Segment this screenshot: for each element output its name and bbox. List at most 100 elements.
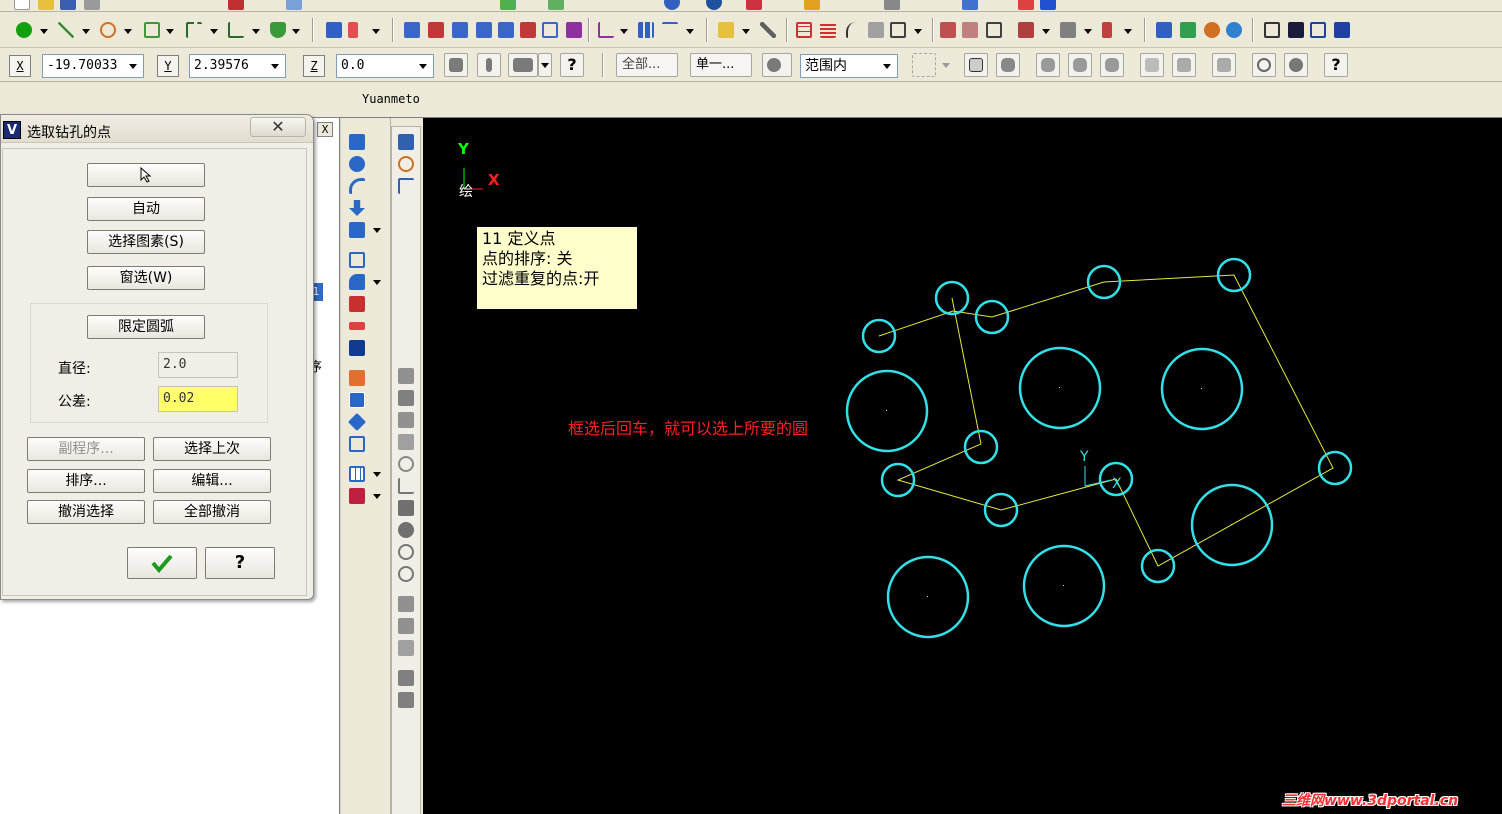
shade-icon[interactable] [548, 0, 564, 10]
auto-cursor-dropdown[interactable] [538, 53, 552, 77]
spline-icon[interactable] [186, 22, 202, 38]
xform-mirror-icon[interactable] [428, 22, 444, 38]
solid-gem-icon[interactable] [347, 412, 367, 432]
hidden-icon[interactable] [1310, 22, 1326, 38]
x-coordinate-input[interactable]: -19.70033 [42, 54, 144, 78]
draft-icon[interactable] [349, 274, 365, 290]
edge-select-button[interactable] [1068, 53, 1092, 77]
select-all-button[interactable]: 全部... [616, 53, 678, 77]
manual-pick-button[interactable] [87, 163, 205, 187]
fillet-icon[interactable] [144, 22, 160, 38]
window-select-button[interactable] [912, 53, 936, 77]
solid-table-icon[interactable] [349, 436, 365, 452]
view-sheet-icon[interactable] [349, 466, 365, 482]
dimension-icon[interactable] [662, 22, 678, 38]
view-cube-icon[interactable] [500, 0, 516, 10]
graphics-viewport[interactable]: Y X [423, 118, 1502, 814]
extrude-icon[interactable] [349, 134, 365, 150]
sigma-icon[interactable] [1040, 0, 1056, 10]
selection-mode-select[interactable]: 范围内 [800, 54, 898, 78]
arc-icon[interactable] [100, 22, 116, 38]
trim-icon[interactable] [326, 22, 342, 38]
dialog-close-button[interactable]: ✕ [250, 117, 306, 137]
surface-icon[interactable] [940, 22, 956, 38]
toolpath-face-icon[interactable] [398, 434, 414, 450]
ok-button[interactable] [127, 547, 197, 579]
fillet-solid-icon[interactable] [349, 222, 365, 238]
zoom-icon[interactable] [286, 0, 302, 10]
y-coordinate-label[interactable]: Y [157, 55, 179, 77]
toolpath-contour-icon[interactable] [398, 368, 414, 384]
open-file-icon[interactable] [38, 0, 54, 10]
verify-select-button[interactable] [762, 53, 792, 77]
view-front-icon[interactable] [1204, 22, 1220, 38]
break-icon[interactable] [348, 22, 358, 38]
dialog-titlebar[interactable]: V 选取钻孔的点 ✕ [1, 115, 313, 143]
tolerance-field[interactable]: 0.02 [158, 386, 238, 412]
solid-select-button[interactable] [996, 53, 1020, 77]
help-button[interactable]: ? [205, 547, 275, 579]
limit-arc-button[interactable]: 限定圆弧 [87, 315, 205, 339]
toolpath-engrave-icon[interactable] [398, 478, 414, 494]
shell-icon[interactable] [349, 252, 365, 268]
drafting-icon[interactable] [598, 22, 614, 38]
cut-icon[interactable] [228, 0, 244, 10]
boolean-icon[interactable] [349, 296, 365, 312]
y-coordinate-input[interactable]: 2.39576 [189, 54, 286, 78]
select-entities-button[interactable]: 选择图素(S) [87, 230, 205, 254]
table-icon[interactable] [796, 22, 812, 38]
analyze-icon[interactable] [718, 22, 734, 38]
select-single-button[interactable]: 单一... [690, 53, 752, 77]
diameter-field[interactable]: 2.0 [158, 352, 238, 378]
sub-program-button[interactable]: 副程序... [27, 437, 145, 461]
trim-solid-icon[interactable] [349, 322, 365, 330]
toolpath-mirror-icon[interactable] [398, 618, 414, 634]
solid-edit-icon[interactable] [1060, 22, 1076, 38]
plane-icon[interactable] [1018, 0, 1034, 10]
toolpath-transform-icon[interactable] [398, 596, 414, 612]
face-select-button[interactable] [1036, 53, 1060, 77]
auto-cursor-button[interactable] [508, 53, 538, 77]
select-last-button[interactable]: 选择上次 [153, 437, 271, 461]
pointer-button[interactable] [964, 53, 988, 77]
toolpath-rough-icon[interactable] [398, 522, 414, 538]
corner-icon[interactable] [398, 178, 414, 194]
revolve-icon[interactable] [349, 156, 365, 172]
grid-icon[interactable] [638, 22, 654, 38]
xform-translate-icon[interactable] [404, 22, 420, 38]
outline-icon[interactable] [1334, 22, 1350, 38]
help-toolbar-button[interactable]: ? [560, 53, 584, 77]
cylinder-icon[interactable] [270, 22, 286, 38]
chevron-down-icon[interactable] [267, 58, 283, 74]
view-top-icon[interactable] [1180, 22, 1196, 38]
solid-icon[interactable] [1018, 22, 1034, 38]
toolpath-pocket-icon[interactable] [398, 412, 414, 428]
undo-selection-button[interactable]: 撤消选择 [27, 500, 145, 524]
toolpath-drill-icon[interactable] [398, 390, 414, 406]
xform-array-icon[interactable] [542, 22, 558, 38]
z-coordinate-label[interactable]: Z [303, 55, 325, 77]
clear-select-button[interactable] [1252, 53, 1276, 77]
chevron-down-icon[interactable] [125, 58, 141, 74]
sphere-icon[interactable] [706, 0, 722, 10]
wireframe-icon[interactable] [986, 22, 1002, 38]
list-icon[interactable] [820, 22, 836, 38]
shaded-icon[interactable] [1288, 22, 1304, 38]
edit-button[interactable]: 编辑... [153, 469, 271, 493]
sort-button[interactable]: 排序... [27, 469, 145, 493]
small-hole-circle[interactable] [1317, 450, 1353, 486]
globe-icon[interactable] [664, 0, 680, 10]
xform-scale-icon[interactable] [476, 22, 492, 38]
save-icon[interactable] [60, 0, 76, 10]
fast-point-button[interactable] [444, 53, 468, 77]
toolpath-rotate-icon[interactable] [398, 640, 414, 656]
target-icon[interactable] [398, 156, 414, 172]
xform-rotate-icon[interactable] [452, 22, 468, 38]
point-icon[interactable] [16, 22, 32, 38]
pen-icon[interactable] [804, 0, 820, 10]
z-coordinate-input[interactable]: 0.0 [336, 54, 434, 78]
window-select-button[interactable]: 窗选(W) [87, 266, 205, 290]
loop-select-button[interactable] [1140, 53, 1164, 77]
print-icon[interactable] [84, 0, 100, 10]
solid-color-icon[interactable] [349, 488, 365, 504]
